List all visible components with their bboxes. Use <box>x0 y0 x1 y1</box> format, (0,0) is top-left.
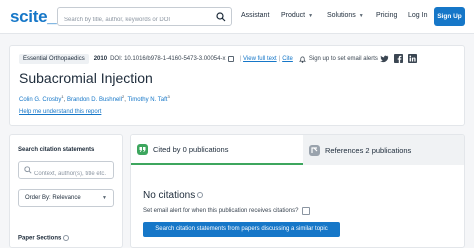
nav-product[interactable]: Product ▼ <box>281 12 313 19</box>
nav-pricing[interactable]: Pricing <box>376 12 397 19</box>
quote-icon <box>137 143 148 155</box>
chevron-down-icon: ▼ <box>308 12 314 19</box>
doi-text: DOI: 10.1016/b978-1-4160-5473-3.00054-x <box>110 56 226 62</box>
order-by-select[interactable]: Order By: Relevance ▼ <box>18 189 114 207</box>
paper-sections-heading: Paper Sections <box>18 235 70 242</box>
divider: | <box>239 56 242 62</box>
citation-search-sidebar: Search citation statements Order By: Rel… <box>9 134 123 248</box>
login-link[interactable]: Log In <box>408 12 427 19</box>
info-icon[interactable] <box>197 192 204 199</box>
references-icon <box>309 144 320 156</box>
chevron-down-icon: ▼ <box>358 12 364 19</box>
citation-search-field[interactable] <box>18 161 114 182</box>
help-understand-report-link[interactable]: Help me understand this report <box>19 109 101 115</box>
facebook-icon[interactable] <box>394 54 403 63</box>
set-email-alert-row: Set email alert for when this publicatio… <box>143 207 311 215</box>
publication-year: 2010 <box>93 56 108 62</box>
info-icon[interactable] <box>63 235 70 241</box>
search-icon <box>24 166 32 174</box>
bell-icon <box>298 56 306 63</box>
author-link[interactable]: Brandon D. Bushnell2 <box>67 94 124 103</box>
author-list: Colin G. Crosby1, Brandon D. Bushnell2, … <box>19 94 170 103</box>
author-link[interactable]: Timothy N. Taft3 <box>127 94 169 103</box>
chevron-down-icon: ▼ <box>102 195 107 201</box>
tab-references[interactable]: References 2 publications <box>303 135 464 165</box>
email-alert-signup[interactable]: Sign up to set email alerts <box>298 56 378 63</box>
author-link[interactable]: Colin G. Crosby1 <box>19 94 64 103</box>
publication-card: Essential Orthopaedics 2010 DOI: 10.1016… <box>9 45 465 126</box>
citations-panel: Cited by 0 publications References 2 pub… <box>130 134 465 248</box>
nav-assistant[interactable]: Assistant <box>241 12 269 19</box>
share-links <box>380 54 417 63</box>
global-search-input[interactable] <box>58 11 208 29</box>
twitter-icon[interactable] <box>380 54 389 63</box>
publication-title: Subacromial Injection <box>19 70 153 86</box>
search-icon[interactable] <box>216 12 226 22</box>
global-search[interactable] <box>57 7 232 29</box>
sidebar-search-title: Search citation statements <box>18 147 95 153</box>
divider: | <box>278 56 281 62</box>
scite-logo[interactable]: scite_ <box>10 7 57 27</box>
tab-cited-by[interactable]: Cited by 0 publications <box>131 135 303 165</box>
signup-button[interactable]: Sign Up <box>434 7 465 26</box>
cite-link[interactable]: Cite <box>282 56 293 62</box>
citation-search-input[interactable] <box>19 166 109 182</box>
copy-icon[interactable] <box>228 56 235 62</box>
linkedin-icon[interactable] <box>408 54 417 63</box>
email-alert-checkbox[interactable] <box>302 207 311 215</box>
citation-tabs: Cited by 0 publications References 2 pub… <box>131 135 464 165</box>
journal-badge[interactable]: Essential Orthopaedics <box>19 54 89 64</box>
publication-meta: Essential Orthopaedics 2010 DOI: 10.1016… <box>19 53 378 65</box>
view-full-text-link[interactable]: View full text <box>243 56 277 62</box>
search-similar-topic-button[interactable]: Search citation statements from papers d… <box>143 222 340 237</box>
top-navigation-bar: scite_ Assistant Product▼ Solutions▼ Pri… <box>0 0 474 34</box>
no-citations-heading: No citations <box>143 190 204 201</box>
nav-solutions[interactable]: Solutions ▼ <box>327 12 364 19</box>
